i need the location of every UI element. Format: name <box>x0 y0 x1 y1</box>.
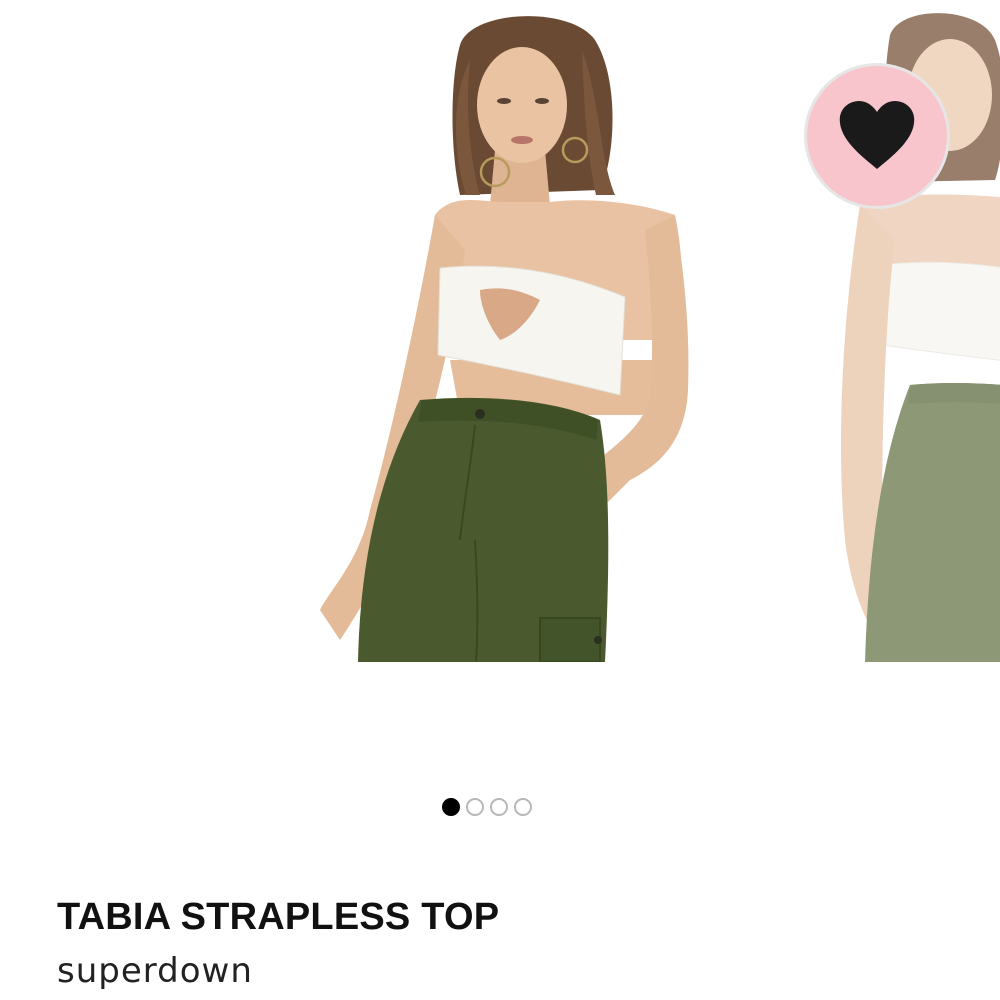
wishlist-button[interactable] <box>804 63 950 209</box>
pagination-dot-1[interactable] <box>442 798 460 816</box>
model-photo <box>320 16 689 662</box>
product-page: TABIA STRAPLESS TOP superdown <box>0 0 1000 1000</box>
product-image-main[interactable] <box>300 0 720 662</box>
carousel-pagination <box>442 798 532 816</box>
pagination-dot-4[interactable] <box>514 798 532 816</box>
image-carousel[interactable] <box>0 0 1000 780</box>
heart-icon <box>839 101 915 169</box>
pagination-dot-3[interactable] <box>490 798 508 816</box>
pagination-dot-2[interactable] <box>466 798 484 816</box>
product-title: TABIA STRAPLESS TOP <box>57 896 500 938</box>
brand-link[interactable]: superdown <box>57 951 253 991</box>
